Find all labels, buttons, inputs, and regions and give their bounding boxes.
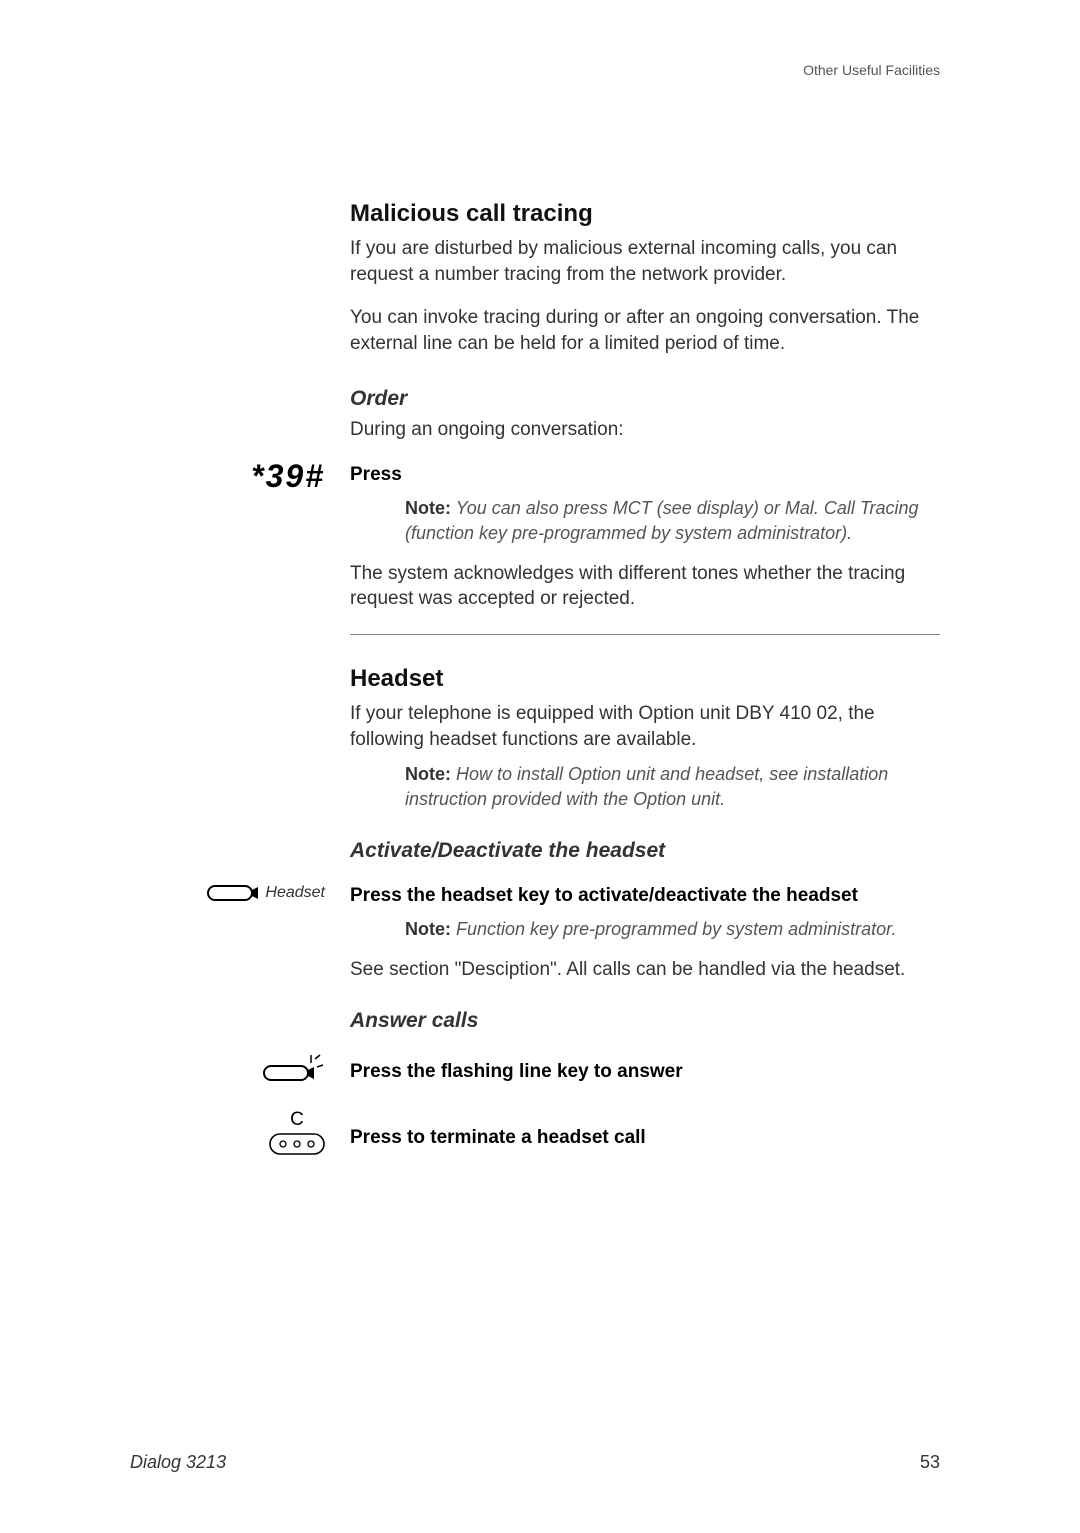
clear-key-label: C bbox=[269, 1109, 325, 1131]
note-label: Note: bbox=[405, 919, 451, 939]
paragraph: If you are disturbed by malicious extern… bbox=[350, 236, 940, 287]
step-answer: Press the flashing line key to answer bbox=[350, 1061, 940, 1083]
sub-heading-activate: Activate/Deactivate the headset bbox=[350, 839, 940, 863]
clear-key-icon bbox=[269, 1133, 325, 1155]
note-label: Note: bbox=[405, 498, 451, 518]
note-text: Function key pre-programmed by system ad… bbox=[456, 919, 897, 939]
section-divider bbox=[350, 634, 940, 635]
flashing-line-key-icon bbox=[263, 1053, 325, 1087]
section-title: Malicious call tracing bbox=[350, 200, 940, 228]
paragraph: If your telephone is equipped with Optio… bbox=[350, 701, 940, 752]
step-terminate: Press to terminate a headset call bbox=[350, 1127, 940, 1149]
note-text: How to install Option unit and headset, … bbox=[405, 764, 888, 808]
paragraph: See section "Desciption". All calls can … bbox=[350, 957, 940, 983]
paragraph: During an ongoing conversation: bbox=[350, 417, 940, 443]
note-block: Note: You can also press MCT (see displa… bbox=[405, 496, 940, 545]
section-malicious-call-tracing: Malicious call tracing If you are distur… bbox=[350, 200, 940, 635]
instruction-row-answer: Press the flashing line key to answer bbox=[350, 1061, 940, 1083]
sub-heading-order: Order bbox=[350, 387, 940, 411]
paragraph: The system acknowledges with different t… bbox=[350, 561, 940, 612]
note-text: You can also press MCT (see display) or … bbox=[405, 498, 919, 542]
section-title: Headset bbox=[350, 665, 940, 693]
paragraph: You can invoke tracing during or after a… bbox=[350, 305, 940, 356]
main-content: Malicious call tracing If you are distur… bbox=[350, 200, 940, 1149]
dial-code: *39# bbox=[251, 458, 325, 494]
left-col bbox=[150, 1053, 350, 1087]
step-activate: Press the headset key to activate/deacti… bbox=[350, 885, 940, 907]
footer-model: Dialog 3213 bbox=[130, 1452, 226, 1473]
instruction-row: *39# Press Note: You can also press MCT … bbox=[350, 464, 940, 612]
note-label: Note: bbox=[405, 764, 451, 784]
instruction-row-terminate: C Press to terminate a headset call bbox=[350, 1127, 940, 1149]
note-block: Note: How to install Option unit and hea… bbox=[405, 762, 940, 811]
section-headset: Headset If your telephone is equipped wi… bbox=[350, 665, 940, 1149]
sub-heading-answer: Answer calls bbox=[350, 1009, 940, 1033]
left-col: Headset bbox=[150, 881, 350, 905]
function-key-icon bbox=[207, 881, 261, 905]
note-block: Note: Function key pre-programmed by sys… bbox=[405, 917, 940, 941]
key-code-column: *39# bbox=[150, 458, 350, 495]
step-press: Press bbox=[350, 464, 940, 486]
footer-page-number: 53 bbox=[920, 1452, 940, 1473]
headset-key-label: Headset bbox=[265, 884, 325, 901]
instruction-row-activate: Headset Press the headset key to activat… bbox=[350, 885, 940, 983]
chapter-header: Other Useful Facilities bbox=[803, 62, 940, 78]
left-col: C bbox=[150, 1109, 350, 1155]
